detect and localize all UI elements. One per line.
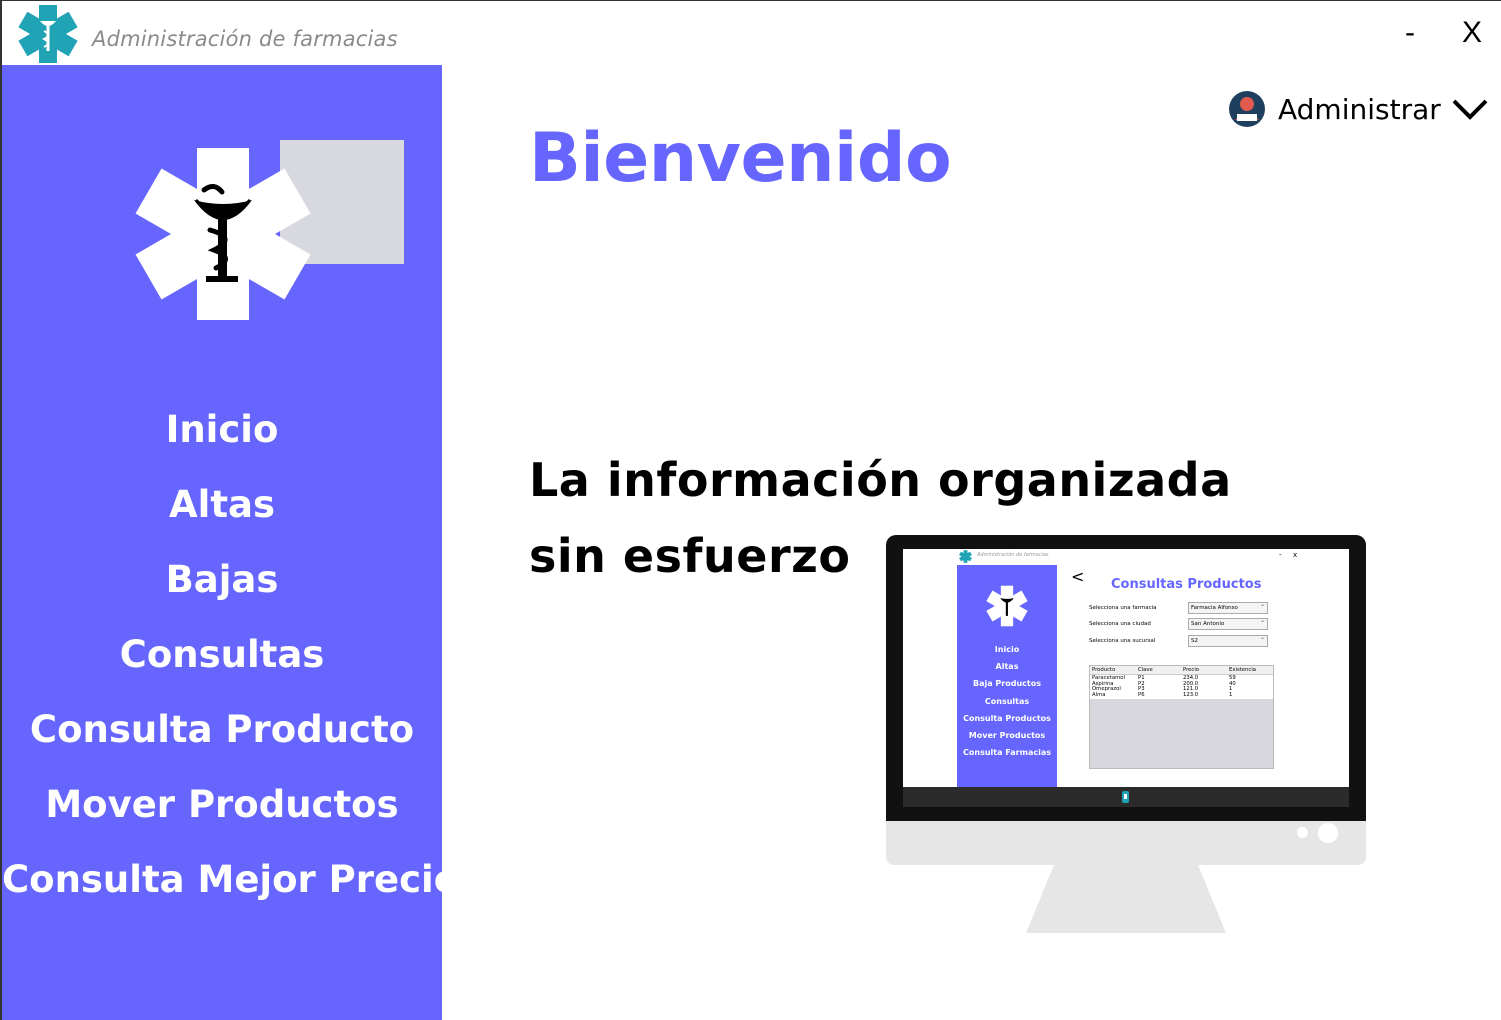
preview-taskbar bbox=[903, 787, 1349, 807]
window-title: Administración de farmacias bbox=[92, 27, 398, 51]
preview-table-header: Producto Clave Precio Existencia bbox=[1090, 666, 1273, 675]
table-cell: 1 bbox=[1229, 691, 1233, 698]
preview-form-label: Selecciona una farmacia bbox=[1089, 605, 1157, 611]
preview-table-body: Paracetamol P1 234.0 59 Aspirina P2 200.… bbox=[1090, 675, 1273, 699]
preview-col-header: Precio bbox=[1183, 667, 1200, 673]
preview-sidebar: Inicio Altas Baja Productos Consultas Co… bbox=[957, 565, 1057, 787]
preview-nav-item: Consulta Farmacias bbox=[963, 748, 1051, 758]
sidebar-item-bajas[interactable]: Bajas bbox=[2, 545, 442, 620]
monitor-chin bbox=[886, 821, 1366, 865]
table-cell: P6 bbox=[1138, 691, 1145, 698]
pharmacy-logo-icon bbox=[18, 5, 78, 63]
preview-title-bar: Administración de farmacias - x bbox=[903, 549, 1349, 563]
preview-star-of-life-icon bbox=[986, 585, 1028, 627]
preview-back-arrow: < bbox=[1071, 567, 1085, 586]
title-bar: Administración de farmacias - X bbox=[2, 1, 1501, 65]
sidebar-item-mover-productos[interactable]: Mover Productos bbox=[2, 770, 442, 845]
preview-form-label: Selecciona una ciudad bbox=[1089, 621, 1151, 627]
monitor-frame: Administración de farmacias - x Inicio A… bbox=[886, 535, 1366, 821]
user-avatar-icon bbox=[1229, 91, 1265, 127]
sidebar: Inicio Altas Bajas Consultas Consulta Pr… bbox=[2, 65, 459, 1020]
preview-pharmacy-icon bbox=[959, 550, 972, 563]
tagline-line-1: La información organizada bbox=[529, 453, 1232, 507]
preview-minimize: - bbox=[1279, 551, 1282, 559]
preview-col-header: Clave bbox=[1138, 667, 1153, 673]
preview-nav-item: Inicio bbox=[994, 645, 1020, 654]
preview-nav: Inicio Altas Baja Productos Consultas Co… bbox=[957, 641, 1057, 761]
sidebar-item-consultas[interactable]: Consultas bbox=[2, 620, 442, 695]
sidebar-nav: Inicio Altas Bajas Consultas Consulta Pr… bbox=[2, 395, 459, 920]
sidebar-item-altas[interactable]: Altas bbox=[2, 470, 442, 545]
user-menu[interactable]: Administrar bbox=[1228, 87, 1489, 131]
monitor-button-large bbox=[1318, 823, 1338, 843]
preview-col-header: Existencia bbox=[1229, 667, 1257, 673]
preview-nav-item: Consultas bbox=[984, 696, 1030, 706]
preview-nav-item: Consulta Productos bbox=[963, 713, 1051, 723]
user-menu-label[interactable]: Administrar bbox=[1278, 93, 1441, 126]
taskbar-app-icon bbox=[1122, 791, 1129, 803]
star-of-life-pharmacy-icon bbox=[135, 148, 311, 320]
page-title: Bienvenido bbox=[529, 119, 952, 198]
monitor-stand bbox=[1026, 865, 1226, 933]
preview-form-label: Selecciona una sucursal bbox=[1089, 638, 1156, 644]
tagline-line-2: sin esfuerzo bbox=[529, 529, 851, 583]
sidebar-item-consulta-mejor-precio[interactable]: Consulta Mejor Precio bbox=[2, 845, 459, 920]
sidebar-logo bbox=[134, 140, 406, 320]
chevron-down-icon[interactable] bbox=[1451, 97, 1489, 121]
preview-select: Farmacia Alfonso bbox=[1188, 600, 1268, 614]
sidebar-item-inicio[interactable]: Inicio bbox=[2, 395, 442, 470]
minimize-button[interactable]: - bbox=[1405, 15, 1415, 51]
preview-nav-item: Mover Productos bbox=[968, 730, 1046, 740]
table-cell: 123.0 bbox=[1183, 691, 1199, 698]
preview-nav-item: Baja Productos bbox=[973, 679, 1041, 689]
preview-heading: Consultas Productos bbox=[1111, 577, 1262, 592]
preview-close: x bbox=[1293, 551, 1298, 559]
close-button[interactable]: X bbox=[1462, 15, 1482, 51]
monitor-screen: Administración de farmacias - x Inicio A… bbox=[903, 549, 1349, 807]
preview-nav-item: Altas bbox=[995, 662, 1019, 672]
preview-table: Producto Clave Precio Existencia Paracet… bbox=[1089, 665, 1274, 769]
monitor-button-small bbox=[1297, 827, 1308, 838]
preview-col-header: Producto bbox=[1092, 667, 1116, 673]
monitor-illustration: Administración de farmacias - x Inicio A… bbox=[886, 535, 1366, 935]
sidebar-item-consulta-producto[interactable]: Consulta Producto bbox=[2, 695, 442, 770]
app-window: Administración de farmacias - X Inicio A… bbox=[0, 0, 1501, 1020]
preview-select: S2 bbox=[1188, 633, 1268, 647]
table-cell: Alma bbox=[1092, 691, 1106, 698]
preview-select: San Antonio bbox=[1188, 616, 1268, 630]
preview-window-title: Administración de farmacias bbox=[977, 552, 1049, 558]
